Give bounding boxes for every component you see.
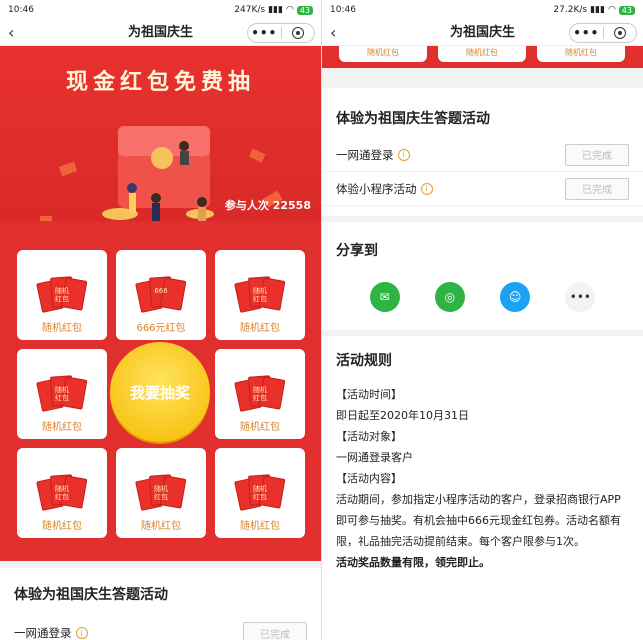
prize-cell: 随机 红包 随机红包	[17, 448, 107, 538]
prize-label: 随机红包	[240, 323, 280, 334]
envelope-text: 随机 红包	[55, 485, 69, 501]
envelope-text: 随机 红包	[253, 485, 267, 501]
red-envelope-icon: 随机 红包	[36, 271, 88, 315]
rule-time-label: 【活动时间】	[336, 388, 402, 401]
prize-cell-bottom: 随机红包	[339, 46, 427, 62]
rules-section: 活动规则 【活动时间】 即日起至2020年10月31日 【活动对象】 一网通登录…	[322, 336, 643, 640]
activity-title: 体验为祖国庆生答题活动	[336, 111, 490, 127]
share-title: 分享到	[336, 243, 378, 259]
task-status-button[interactable]: 已完成	[243, 622, 307, 640]
prize-cell: 666 666元红包	[116, 250, 206, 340]
draw-button[interactable]: 我要抽奖	[110, 342, 210, 442]
nav-bar: ‹ 为祖国庆生 •••	[322, 20, 643, 46]
prize-cell-bottom: 随机红包	[537, 46, 625, 62]
qq-icon[interactable]: ☺	[500, 282, 531, 312]
prize-label: 666元红包	[136, 323, 186, 334]
envelope-text: 随机 红包	[253, 386, 267, 402]
activity-section: 体验为祖国庆生答题活动 一网通登录 i 已完成	[0, 568, 321, 640]
rule-note: 活动奖品数量有限，领完即止。	[336, 556, 490, 569]
miniprogram-capsule: •••	[569, 23, 637, 43]
more-share-button[interactable]: •••	[565, 282, 596, 312]
envelope-text: 随机 红包	[55, 287, 69, 303]
task-row: 一网通登录 i 已完成	[322, 138, 643, 172]
wifi-icon: ◠	[285, 5, 294, 15]
task-name: 一网通登录	[336, 147, 394, 162]
share-section: 分享到 ✉ ◎ ☺ •••	[322, 222, 643, 330]
activity-section: 体验为祖国庆生答题活动 一网通登录 i 已完成 体验小程序活动 i 已完成	[322, 88, 643, 216]
red-envelope-icon: 随机 红包	[234, 469, 286, 513]
task-name: 一网通登录	[14, 626, 72, 640]
envelope-text: 随机 红包	[253, 287, 267, 303]
target-icon	[291, 27, 304, 39]
share-options: ✉ ◎ ☺ •••	[322, 282, 643, 312]
info-icon[interactable]: i	[75, 627, 88, 639]
banner-illustration	[40, 126, 283, 221]
more-button[interactable]: •••	[570, 24, 603, 42]
prize-label: 随机红包	[42, 521, 82, 532]
status-bar: 10:46 27.2K/s ▮▮▮ ◠ 43	[322, 0, 643, 20]
red-envelope-icon: 666	[135, 271, 187, 315]
task-status-button[interactable]: 已完成	[565, 177, 629, 200]
signal-icon: ▮▮▮	[268, 5, 283, 15]
battery-icon: 43	[618, 5, 635, 15]
red-envelope-icon: 随机 红包	[36, 469, 88, 513]
prize-grid-bottom: 随机红包 随机红包 随机红包	[322, 46, 643, 68]
envelope-text: 随机 红包	[55, 386, 69, 402]
wifi-icon: ◠	[607, 5, 616, 15]
prize-cell: 随机 红包 随机红包	[17, 349, 107, 439]
miniprogram-capsule: •••	[247, 23, 315, 43]
rules-body: 【活动时间】 即日起至2020年10月31日 【活动对象】 一网通登录客户 【活…	[322, 384, 643, 573]
task-row: 体验小程序活动 i 已完成	[322, 172, 643, 206]
envelope-text: 666	[154, 287, 168, 295]
network-speed: 27.2K/s	[553, 5, 588, 15]
close-miniprogram-button[interactable]	[604, 27, 637, 39]
task-row: 一网通登录 i 已完成	[0, 616, 321, 640]
prize-cell-bottom: 随机红包	[438, 46, 526, 62]
moments-icon[interactable]: ◎	[434, 282, 465, 312]
prize-cell: 随机 红包 随机红包	[116, 448, 206, 538]
info-icon[interactable]: i	[420, 182, 433, 195]
rule-content-label: 【活动内容】	[336, 472, 402, 485]
red-envelope-icon: 随机 红包	[234, 370, 286, 414]
rule-target-label: 【活动对象】	[336, 430, 402, 443]
prize-cell: 随机 红包 随机红包	[17, 250, 107, 340]
red-envelope-icon: 随机 红包	[135, 469, 187, 513]
prize-label: 随机红包	[42, 323, 82, 334]
close-miniprogram-button[interactable]	[282, 27, 315, 39]
network-speed: 247K/s	[234, 5, 266, 15]
prize-label: 随机红包	[42, 422, 82, 433]
battery-icon: 43	[296, 5, 313, 15]
prize-cell: 随机 红包 随机红包	[215, 349, 305, 439]
participant-count: 参与人次 22558	[224, 199, 311, 212]
task-status-button[interactable]: 已完成	[565, 143, 629, 166]
status-time: 10:46	[330, 5, 356, 15]
nav-bar: ‹ 为祖国庆生 •••	[0, 20, 321, 46]
lottery-banner: 现金红包免费抽 参与人次 22558	[0, 46, 321, 221]
left-screen: 10:46 247K/s ▮▮▮ ◠ 43 ‹ 为祖国庆生 ••• 现金红包免费…	[0, 0, 321, 640]
prize-label: 随机红包	[240, 521, 280, 532]
status-bar: 10:46 247K/s ▮▮▮ ◠ 43	[0, 0, 321, 20]
red-envelope-icon: 随机 红包	[36, 370, 88, 414]
activity-title: 体验为祖国庆生答题活动	[14, 587, 168, 603]
rule-target: 一网通登录客户	[336, 451, 413, 464]
envelope-text: 随机 红包	[154, 485, 168, 501]
right-screen: 10:46 27.2K/s ▮▮▮ ◠ 43 ‹ 为祖国庆生 ••• 随机红包 …	[322, 0, 643, 640]
prize-label: 随机红包	[141, 521, 181, 532]
rule-time: 即日起至2020年10月31日	[336, 409, 469, 422]
info-icon[interactable]: i	[397, 148, 410, 161]
status-time: 10:46	[8, 5, 34, 15]
prize-cell: 随机 红包 随机红包	[215, 448, 305, 538]
task-name: 体验小程序活动	[336, 181, 417, 196]
prize-cell: 随机 红包 随机红包	[215, 250, 305, 340]
prize-label: 随机红包	[240, 422, 280, 433]
rule-content: 活动期间，参加指定小程序活动的客户，登录招商银行APP即可参与抽奖。有机会抽中6…	[336, 493, 621, 548]
rules-title: 活动规则	[336, 353, 392, 369]
target-icon	[613, 27, 626, 39]
wechat-icon[interactable]: ✉	[369, 282, 400, 312]
more-button[interactable]: •••	[248, 24, 281, 42]
red-envelope-icon: 随机 红包	[234, 271, 286, 315]
signal-icon: ▮▮▮	[590, 5, 605, 15]
